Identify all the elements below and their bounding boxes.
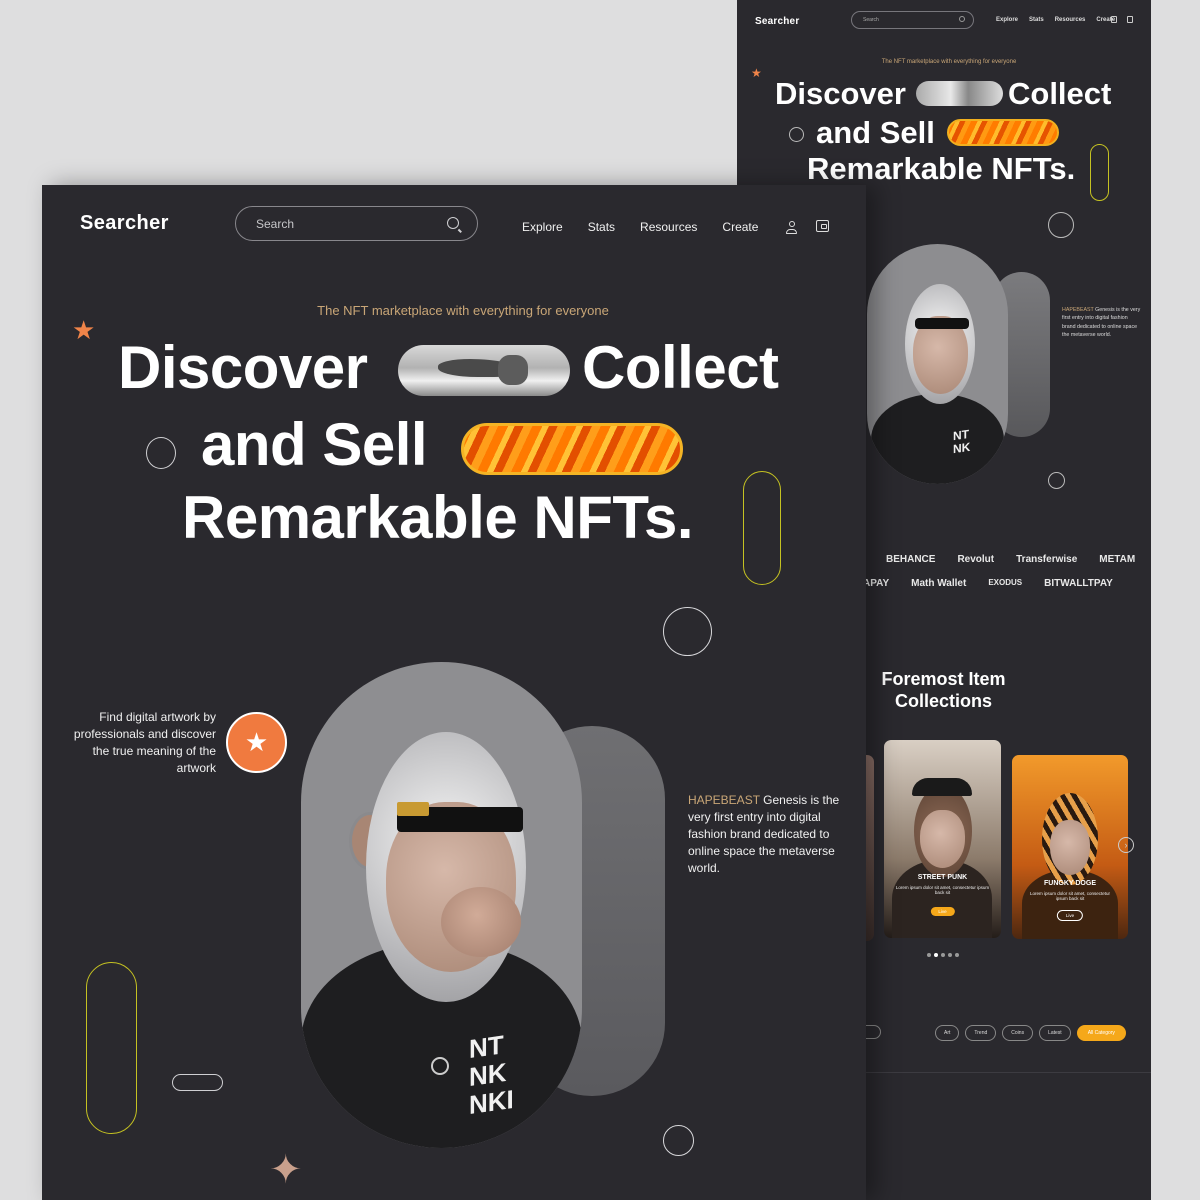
hero-tagline: The NFT marketplace with everything for … [881,59,1017,65]
carousel-dot-active[interactable] [934,953,938,957]
carousel-dot[interactable] [955,953,959,957]
nav-resources[interactable]: Resources [1055,17,1086,23]
nav-icons [1111,16,1133,23]
hero-tagline: The NFT marketplace with everything for … [317,303,609,318]
decor-capsule [1090,144,1109,201]
partner-brands-row1: BEHANCE Revolut Transferwise METAM [886,554,1135,565]
main-menu: Explore Stats Resources Create [522,220,758,234]
decor-capsule [743,471,781,585]
carousel-dot[interactable] [948,953,952,957]
decor-ring [789,127,804,142]
nav-create[interactable]: Create [722,220,758,234]
carousel-dot[interactable] [941,953,945,957]
brand-bitwalltpay: BITWALLTPAY [1044,578,1113,589]
search-input[interactable]: Search [235,206,478,241]
sparkle-icon: ✦ [269,1148,303,1192]
filter-chip-latest[interactable]: Latest [1039,1025,1071,1041]
decor-ring [1048,212,1074,238]
decor-ring [663,607,712,656]
brand-metamask: METAM [1099,554,1136,565]
top-nav: Searcher Search Explore Stats Resources … [755,10,1139,32]
filter-chip-all-category[interactable]: All Category [1076,1025,1126,1041]
card-title: FUNGKY DOGE [1044,880,1096,887]
chevron-right-icon[interactable]: › [1118,837,1134,853]
collection-card[interactable]: FUNGKY DOGE Lorem ipsum dolor sit amet, … [1012,755,1128,939]
partner-brands-row2: APAY Math Wallet EXODUS BITWALLTPAY [863,578,1113,589]
card-live-button[interactable]: Live [930,907,955,916]
card-subtitle: Lorem ipsum dolor sit amet, consectetur … [1029,891,1111,901]
decor-ring [1048,472,1065,489]
card-subtitle: Lorem ipsum dolor sit amet, consectetur … [895,885,990,895]
hero-fire-pill [461,423,683,475]
decor-pill [172,1074,223,1091]
search-icon[interactable] [959,16,965,22]
hero-heading-line1a: Discover [118,334,368,401]
decor-capsule [86,962,137,1134]
hapebeast-description: HAPEBEAST Genesis is the very first entr… [1062,306,1142,340]
carousel-dot[interactable] [927,953,931,957]
find-artwork-text: Find digital artwork by professionals an… [73,710,216,775]
hero-heading-line3: Remarkable NFTs. [182,484,694,551]
carousel-dots [927,953,959,957]
decor-ring [663,1125,694,1156]
hero-heading-line1b: Collect [582,334,779,401]
hero-heading-line1a: Discover [775,76,906,111]
search-placeholder: Search [256,217,295,231]
nav-resources[interactable]: Resources [640,220,697,234]
hero-ape-image: NT NK NKI [301,662,582,1148]
hero-heading-line2: and Sell [201,411,428,478]
main-menu: Explore Stats Resources Create [996,17,1115,23]
hero-heading-line2: and Sell [816,115,935,150]
nav-stats[interactable]: Stats [588,220,615,234]
brand-logo[interactable]: Searcher [80,212,169,235]
decor-ring [146,437,176,469]
hapebeast-name: HAPEBEAST [688,793,760,807]
search-placeholder: Search [863,17,879,23]
search-input[interactable]: Search [851,11,974,29]
user-icon[interactable] [1111,16,1117,23]
nav-stats[interactable]: Stats [1029,17,1044,23]
main-page-mockup: Searcher Search Explore Stats Resources … [42,185,866,1200]
nav-explore[interactable]: Explore [996,17,1018,23]
brand-transferwise: Transferwise [1016,554,1078,565]
star-icon: ★ [72,315,96,345]
collections-title-line2: Collections [894,691,992,711]
hero-heading-line3: Remarkable NFTs. [807,151,1076,186]
hero-fire-pill [947,119,1059,146]
brand-revolut: Revolut [957,554,995,565]
star-button[interactable]: ★ [226,712,287,773]
collections-title: Foremost Item Collections [867,668,1020,712]
collection-card[interactable]: STREET PUNK Lorem ipsum dolor sit amet, … [884,740,1001,938]
brand-behance: BEHANCE [886,554,936,565]
brand-apay: APAY [863,578,890,589]
brand-math-wallet: Math Wallet [911,578,967,589]
collections-title-line1: Foremost Item [881,669,1006,689]
jacket-text-3: NKI [469,1083,514,1121]
hero-ape-image: NT NK [867,244,1008,484]
search-icon[interactable] [447,217,459,229]
hero-photo-pill [398,345,570,396]
card-live-button[interactable]: Live [1056,910,1084,921]
filter-chip-art[interactable]: Art [935,1025,960,1041]
hapebeast-description: HAPEBEAST Genesis is the very first entr… [688,792,843,877]
wallet-icon[interactable] [816,220,829,232]
category-filters: Art Trend Coins Latest All Category [935,1025,1126,1041]
card-title: STREET PUNK [917,874,968,881]
wallet-icon[interactable] [1127,16,1133,23]
star-icon: ★ [751,66,762,80]
hapebeast-name: HAPEBEAST [1062,307,1094,313]
filter-chip-trend[interactable]: Trend [965,1025,997,1041]
nav-explore[interactable]: Explore [522,220,563,234]
user-icon[interactable] [786,221,797,234]
brand-exodus: EXODUS [988,578,1023,587]
hero-photo-pill [916,81,1003,106]
filter-chip-coins[interactable]: Coins [1002,1025,1034,1041]
brand-logo[interactable]: Searcher [755,16,799,27]
hero-heading-line1b: Collect [1008,76,1112,111]
